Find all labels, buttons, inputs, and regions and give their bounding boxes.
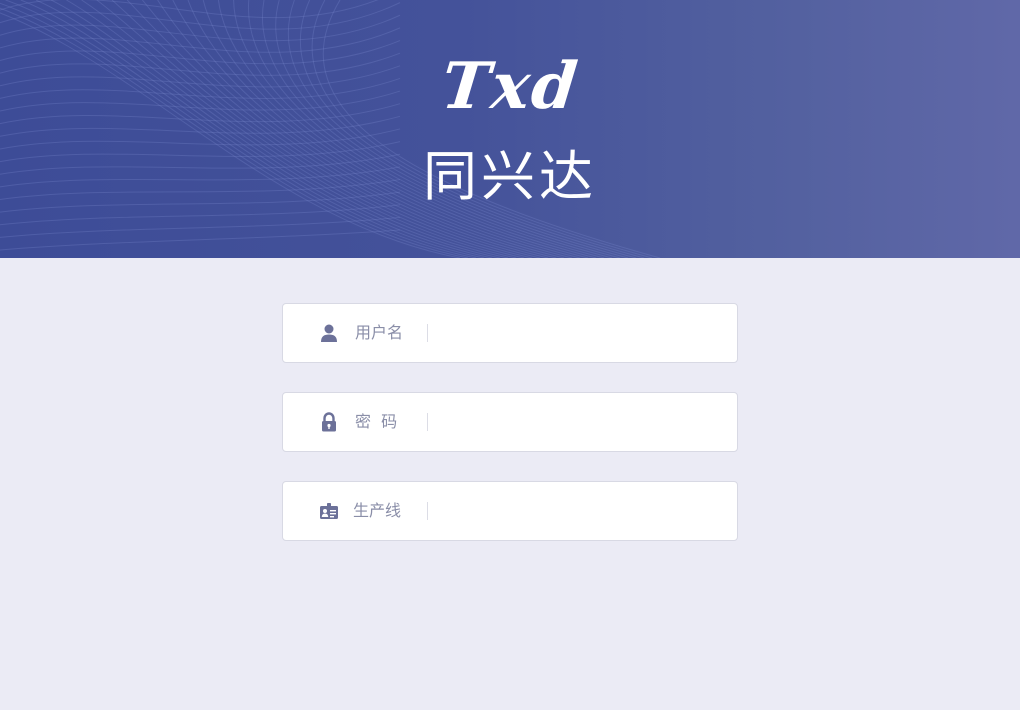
login-form: 用户名 密 码 生产线 xyxy=(282,303,738,570)
brand-name: 同兴达 xyxy=(423,145,597,208)
password-field[interactable]: 密 码 xyxy=(282,392,738,452)
username-field[interactable]: 用户名 xyxy=(282,303,738,363)
banner-mesh-line xyxy=(248,0,613,258)
id-card-icon xyxy=(320,503,338,519)
banner-mesh-line xyxy=(0,0,379,19)
production-line-label: 生产线 xyxy=(353,501,402,520)
password-input[interactable] xyxy=(439,403,728,443)
user-icon xyxy=(321,324,337,342)
username-label: 用户名 xyxy=(355,323,404,342)
logo: Txd xyxy=(0,49,1020,124)
field-divider xyxy=(427,502,428,520)
banner-mesh-line xyxy=(287,0,637,258)
lock-icon xyxy=(322,412,336,432)
header-banner: Txd 同兴达 xyxy=(0,0,1020,258)
field-divider xyxy=(427,324,428,342)
password-label: 密 码 xyxy=(355,412,398,431)
banner-mesh-line xyxy=(111,0,541,258)
field-divider xyxy=(427,413,428,431)
username-input[interactable] xyxy=(439,314,728,354)
logo-text: Txd xyxy=(437,49,583,124)
production-line-field[interactable]: 生产线 xyxy=(282,481,738,541)
banner-pattern xyxy=(0,0,661,258)
production-line-input[interactable] xyxy=(439,492,728,532)
